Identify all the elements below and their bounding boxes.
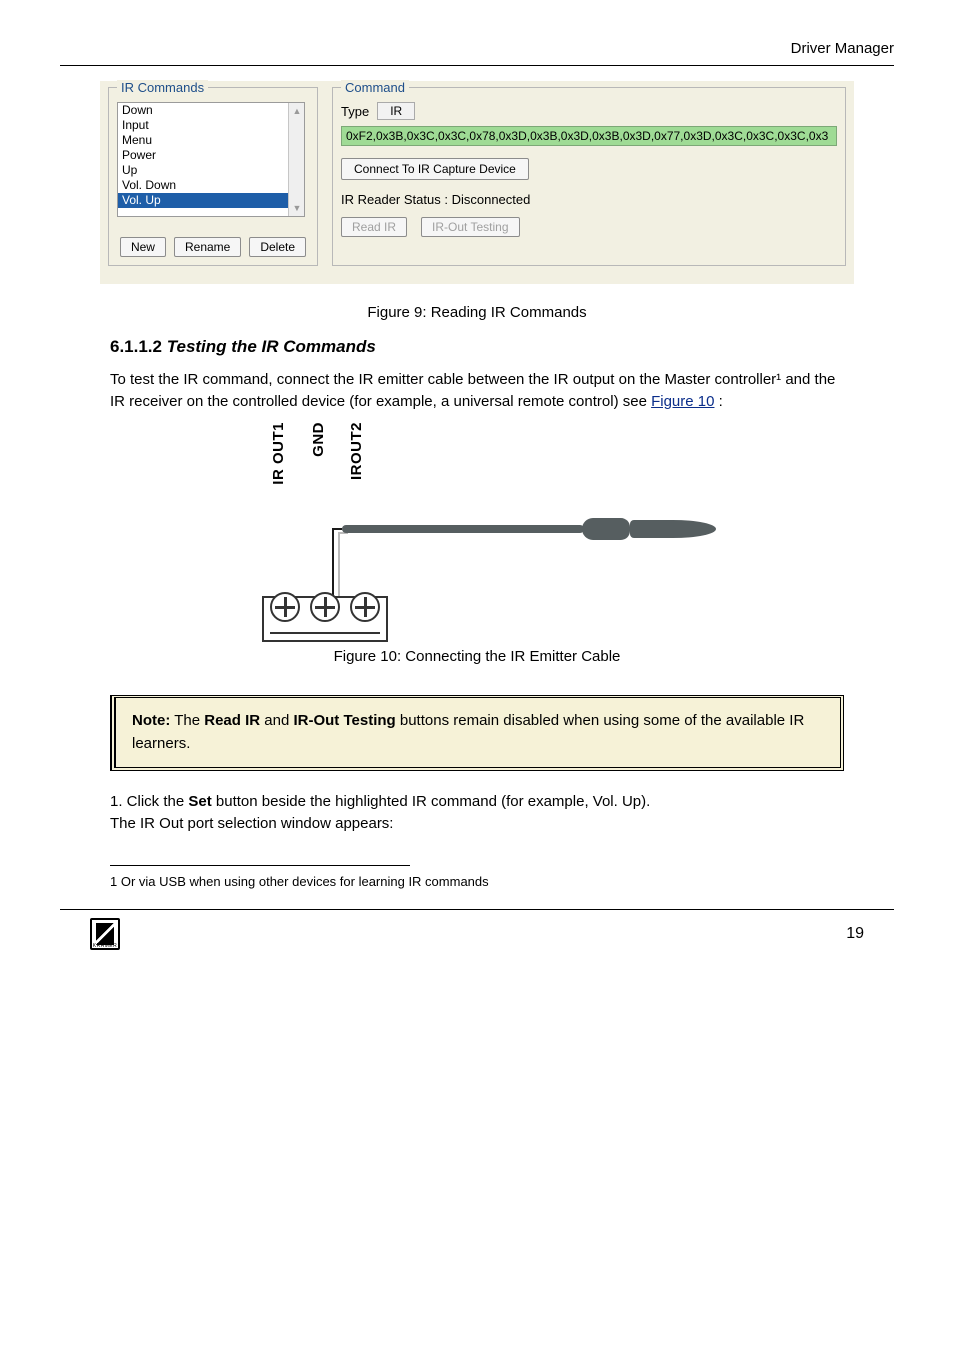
read-ir-button[interactable]: Read IR — [341, 217, 407, 237]
note-box: Note: The Read IR and IR-Out Testing but… — [110, 695, 844, 771]
page-header-right: Driver Manager — [60, 40, 894, 57]
paragraph-instructions: To test the IR command, connect the IR e… — [110, 369, 844, 413]
list-item[interactable]: Down — [118, 103, 304, 118]
label-gnd: GND — [310, 422, 327, 457]
new-button[interactable]: New — [120, 237, 166, 257]
chevron-up-icon[interactable]: ▲ — [291, 105, 303, 117]
screw-terminal-icon — [270, 592, 300, 622]
groupbox-command-legend: Command — [341, 80, 409, 95]
step-text-c: The IR Out port selection window appears… — [110, 815, 393, 832]
list-item[interactable]: Input — [118, 118, 304, 133]
screw-terminal-icon — [310, 592, 340, 622]
figure-10-caption: Figure 10: Connecting the IR Emitter Cab… — [60, 648, 894, 665]
step-text-a: 1. Click the — [110, 793, 188, 810]
ir-commands-listbox[interactable]: Down Input Menu Power Up Vol. Down Vol. … — [117, 102, 305, 217]
screw-terminal-icon — [350, 592, 380, 622]
note-text: The — [174, 712, 204, 729]
list-item[interactable]: Up — [118, 163, 304, 178]
label-ir-out1: IR OUT1 — [270, 422, 287, 485]
note-text: and — [264, 712, 293, 729]
figure-10-link[interactable]: Figure 10 — [651, 393, 714, 410]
figure-ir-emitter-diagram: IR OUT1 GND IROUT2 — [262, 422, 692, 642]
logo-subtext: KRAMER — [92, 943, 118, 949]
paragraph-text-b: : — [719, 393, 723, 410]
footnote-text: Or via USB when using other devices for … — [121, 874, 489, 889]
ir-emitter-cable-graphic — [332, 518, 692, 558]
list-item-selected[interactable]: Vol. Up — [118, 193, 304, 208]
ir-out-testing-button[interactable]: IR-Out Testing — [421, 217, 519, 237]
note-bold-read-ir: Read IR — [204, 712, 260, 729]
list-item[interactable]: Menu — [118, 133, 304, 148]
ir-reader-status: IR Reader Status : Disconnected — [341, 192, 837, 207]
footnote: 1 Or via USB when using other devices fo… — [110, 874, 844, 889]
type-value-box: IR — [377, 102, 415, 120]
top-rule — [60, 65, 894, 66]
figure-9-caption: Figure 9: Reading IR Commands — [60, 304, 894, 321]
groupbox-ir-commands: IR Commands Down Input Menu Power Up Vol… — [108, 87, 318, 266]
step-text-b: button beside the highlighted IR command… — [216, 793, 650, 810]
type-label: Type — [341, 104, 369, 119]
step-1: 1. Click the Set button beside the highl… — [110, 791, 844, 835]
section-number: 6.1.1.2 — [110, 337, 162, 356]
terminal-block-graphic — [262, 596, 388, 642]
figure-ir-ui: IR Commands Down Input Menu Power Up Vol… — [100, 81, 854, 284]
ir-reader-status-value: Disconnected — [452, 192, 531, 207]
list-item[interactable]: Vol. Down — [118, 178, 304, 193]
ir-hex-field[interactable]: 0xF2,0x3B,0x3C,0x3C,0x78,0x3D,0x3B,0x3D,… — [341, 126, 837, 146]
kramer-logo-icon: KRAMER — [90, 918, 120, 950]
note-title: Note: — [132, 712, 170, 729]
connect-ir-capture-button[interactable]: Connect To IR Capture Device — [341, 158, 529, 180]
listbox-scrollbar[interactable]: ▲ ▼ — [288, 103, 304, 216]
bottom-rule — [60, 909, 894, 910]
note-bold-ir-out-testing: IR-Out Testing — [293, 712, 395, 729]
paragraph-text-a: To test the IR command, connect the IR e… — [110, 371, 835, 410]
page-number: 19 — [846, 925, 864, 943]
section-heading: 6.1.1.2 Testing the IR Commands — [110, 335, 844, 359]
groupbox-ir-commands-legend: IR Commands — [117, 80, 208, 95]
label-ir-out2: IROUT2 — [348, 422, 365, 480]
step-bold-set: Set — [188, 793, 211, 810]
rename-button[interactable]: Rename — [174, 237, 241, 257]
chevron-down-icon[interactable]: ▼ — [291, 202, 303, 214]
footnote-rule — [110, 865, 410, 866]
delete-button[interactable]: Delete — [249, 237, 306, 257]
section-title: Testing the IR Commands — [167, 337, 376, 356]
list-item[interactable]: Power — [118, 148, 304, 163]
ir-reader-status-prefix: IR Reader Status : — [341, 192, 448, 207]
groupbox-command: Command Type IR 0xF2,0x3B,0x3C,0x3C,0x78… — [332, 87, 846, 266]
footnote-marker: 1 — [110, 874, 117, 889]
